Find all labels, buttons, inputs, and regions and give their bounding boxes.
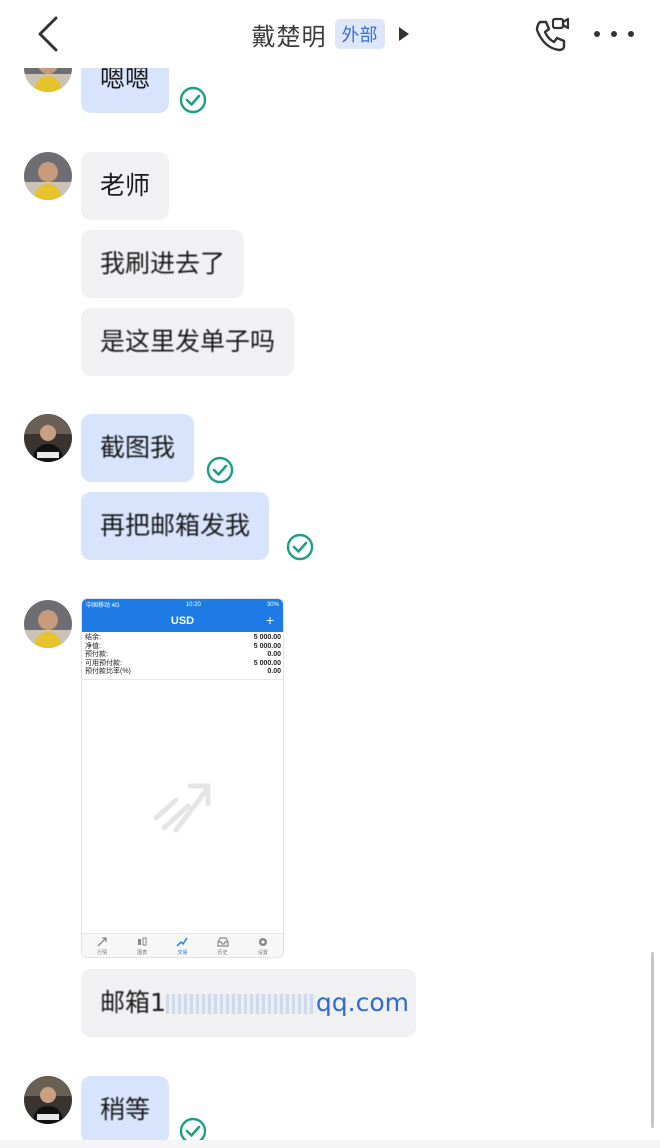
message-text: 截图我 bbox=[100, 433, 176, 462]
chat-title: 戴楚明 bbox=[251, 22, 327, 51]
read-check-icon bbox=[286, 533, 314, 561]
tab-label: 图表 bbox=[137, 950, 148, 956]
more-button[interactable] bbox=[594, 22, 634, 46]
avatar-photo bbox=[24, 152, 72, 200]
email-link[interactable]: qq.com bbox=[316, 988, 409, 1017]
trade-watermark-icon bbox=[153, 783, 211, 832]
message-text: 稍等 bbox=[100, 1095, 151, 1124]
currency-title: USD bbox=[170, 615, 195, 627]
expand-arrow-icon bbox=[398, 27, 409, 41]
avatar[interactable] bbox=[24, 152, 72, 200]
screenshot-tab: 历史 bbox=[208, 936, 238, 956]
message-text: 嗯嗯 bbox=[100, 64, 151, 93]
message-text: 是这里发单子吗 bbox=[100, 327, 276, 356]
screenshot-tab: 设置 bbox=[248, 936, 278, 956]
row-label: 预付款比率(%) bbox=[85, 668, 131, 675]
candles-icon bbox=[138, 937, 147, 946]
avatar-photo bbox=[24, 414, 72, 462]
bottom-edge bbox=[0, 1140, 660, 1148]
message-bubble[interactable]: 邮箱1 qq.com bbox=[81, 969, 416, 1037]
message-text: 邮箱1 bbox=[100, 988, 166, 1017]
message-text: 我刷进去了 bbox=[100, 249, 226, 278]
screenshot-tab: 交易 bbox=[167, 936, 197, 956]
row-label: 净值: bbox=[85, 642, 101, 650]
message-bubble[interactable]: 是这里发单子吗 bbox=[81, 308, 295, 376]
status-carrier: 中国移动 4G bbox=[86, 603, 120, 609]
trade-icon bbox=[176, 937, 189, 947]
row-label: 可用预付款: bbox=[85, 659, 122, 667]
phone-video-icon bbox=[535, 17, 570, 52]
message-bubble[interactable]: 再把邮箱发我 bbox=[81, 492, 270, 560]
message-bubble[interactable]: 老师 bbox=[81, 152, 170, 220]
row-value: 0.00 bbox=[267, 651, 281, 658]
avatar[interactable] bbox=[24, 600, 72, 648]
account-row: 结余: 5 000.00 bbox=[85, 634, 281, 643]
read-check-icon bbox=[206, 456, 234, 484]
message-bubble[interactable]: 截图我 bbox=[81, 414, 195, 482]
account-summary: 结余: 5 000.00 净值: 5 000.00 预付款: 0.00 可用预付… bbox=[82, 632, 283, 680]
phone-status-bar: 中国移动 4G 10:20 30% bbox=[82, 599, 283, 610]
redacted-text bbox=[165, 994, 316, 1014]
more-dot-icon bbox=[611, 31, 617, 37]
gear-icon bbox=[258, 938, 267, 946]
quotes-icon bbox=[97, 937, 107, 947]
tab-label: 交易 bbox=[177, 950, 188, 956]
avatar[interactable] bbox=[24, 1076, 72, 1124]
tab-label: 行情 bbox=[97, 950, 108, 956]
screenshot-tabbar: 行情 图表 交易 历史 设置 bbox=[82, 933, 283, 957]
tab-label: 历史 bbox=[217, 950, 228, 956]
row-label: 结余: bbox=[85, 634, 101, 641]
row-value: 0.00 bbox=[267, 668, 281, 675]
message-bubble[interactable]: 稍等 bbox=[81, 1076, 170, 1144]
more-dot-icon bbox=[594, 31, 600, 37]
row-value: 5 000.00 bbox=[253, 659, 281, 667]
avatar-photo bbox=[24, 600, 72, 648]
row-value: 5 000.00 bbox=[253, 634, 281, 641]
account-row: 净值: 5 000.00 bbox=[85, 643, 281, 652]
avatar-photo bbox=[24, 1076, 72, 1124]
call-button[interactable] bbox=[532, 16, 570, 54]
account-row: 预付款: 0.00 bbox=[85, 651, 281, 660]
plus-icon: + bbox=[265, 612, 274, 628]
message-text: 老师 bbox=[100, 171, 151, 200]
scrollbar[interactable] bbox=[651, 952, 654, 1128]
row-value: 5 000.00 bbox=[253, 642, 281, 650]
account-row: 可用预付款: 5 000.00 bbox=[85, 660, 281, 669]
more-dot-icon bbox=[628, 31, 634, 37]
image-message[interactable]: 中国移动 4G 10:20 30% USD + 结余: 5 000.00 净值:… bbox=[81, 598, 284, 958]
screenshot-tab: 行情 bbox=[87, 936, 117, 956]
tab-label: 设置 bbox=[257, 950, 268, 956]
avatar[interactable] bbox=[24, 414, 72, 462]
row-label: 预付款: bbox=[85, 651, 108, 658]
external-tag: 外部 bbox=[334, 19, 385, 49]
status-time: 10:20 bbox=[185, 601, 201, 608]
screenshot-tab: 图表 bbox=[127, 936, 157, 956]
screenshot-body bbox=[82, 680, 283, 914]
history-icon bbox=[217, 937, 229, 947]
status-battery: 30% bbox=[266, 601, 279, 608]
message-text: 再把邮箱发我 bbox=[100, 511, 251, 540]
message-bubble[interactable]: 我刷进去了 bbox=[81, 230, 245, 298]
screenshot-header: USD + bbox=[82, 610, 283, 632]
account-row: 预付款比率(%) 0.00 bbox=[85, 668, 281, 677]
chat-header: 戴楚明 外部 bbox=[0, 0, 660, 68]
read-check-icon bbox=[179, 86, 207, 114]
